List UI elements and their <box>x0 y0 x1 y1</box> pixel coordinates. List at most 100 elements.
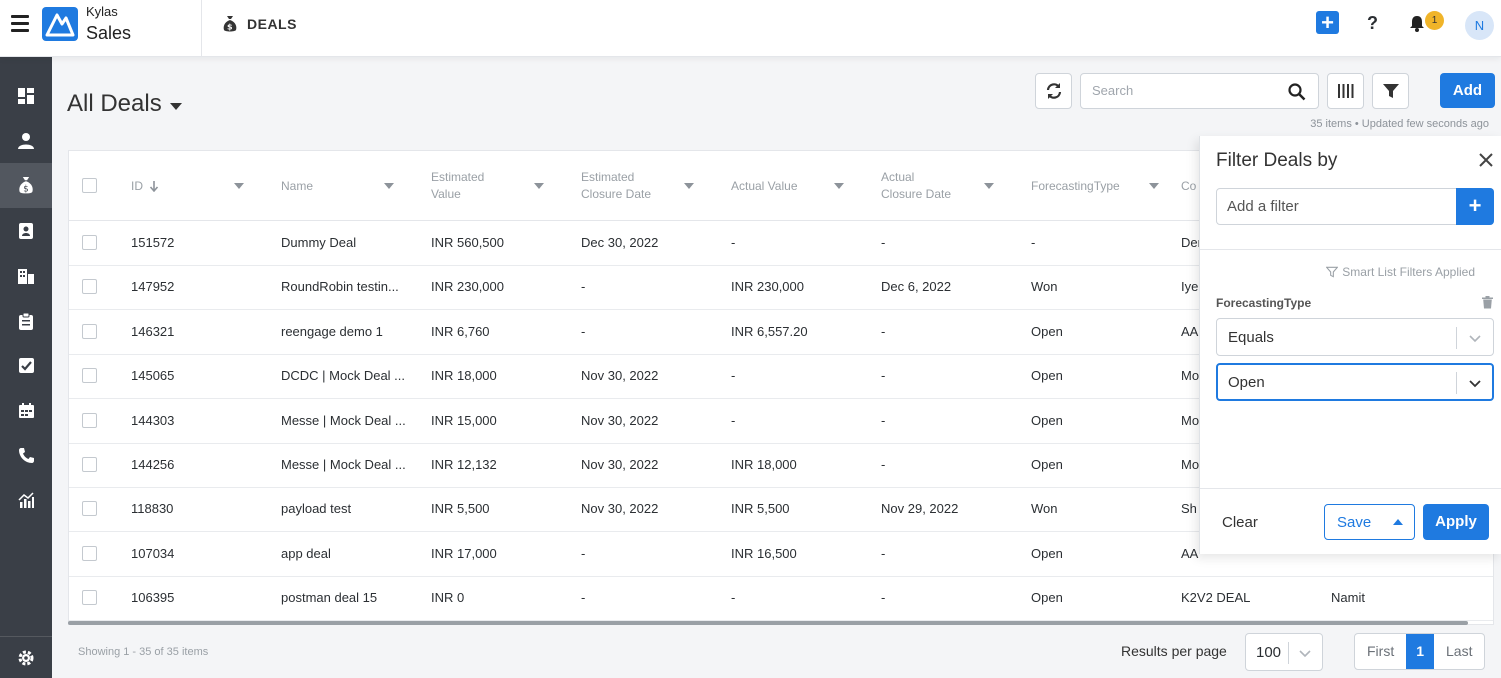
horizontal-scrollbar[interactable] <box>68 621 1468 625</box>
filter-icon <box>1326 266 1339 278</box>
cell-id: 107034 <box>131 545 175 561</box>
cell-name[interactable]: DCDC | Mock Deal ... <box>281 354 421 398</box>
chevron-down-icon[interactable] <box>1149 183 1159 189</box>
search-input[interactable] <box>1092 83 1282 98</box>
avatar[interactable]: N <box>1465 11 1494 40</box>
first-page-button[interactable]: First <box>1355 634 1406 669</box>
column-header-actual-closure-date[interactable]: Actual Closure Date <box>881 151 1011 221</box>
sidebar-item-dashboard[interactable] <box>0 73 52 118</box>
cell-name[interactable]: Messe | Mock Deal ... <box>281 443 421 487</box>
module-title: $ DEALS <box>222 15 297 33</box>
sidebar-item-quotations[interactable] <box>0 298 52 343</box>
add-deal-button[interactable]: Add <box>1440 73 1495 108</box>
sidebar-item-companies[interactable] <box>0 253 52 298</box>
divider <box>1200 249 1501 250</box>
row-checkbox[interactable] <box>82 235 97 250</box>
quick-add-button[interactable]: + <box>1316 11 1339 34</box>
cell-estimated-value: INR 12,132 <box>431 457 497 472</box>
column-header-name[interactable]: Name <box>281 151 411 221</box>
sidebar-item-meetings[interactable] <box>0 388 52 433</box>
column-header-estimated-value[interactable]: Estimated Value <box>431 151 561 221</box>
chevron-down-icon[interactable] <box>234 183 244 189</box>
hamburger-menu-icon[interactable] <box>11 15 29 32</box>
row-checkbox[interactable] <box>82 323 97 339</box>
cell-name[interactable]: postman deal 15 <box>281 576 421 620</box>
last-page-button[interactable]: Last <box>1434 634 1484 669</box>
task-check-icon <box>18 358 34 373</box>
dashboard-icon <box>18 87 34 104</box>
cell-name[interactable]: RoundRobin testin... <box>281 265 421 309</box>
cell-actual-value: - <box>731 590 736 606</box>
cell-actual-value: - <box>731 235 736 250</box>
cell-name[interactable]: payload test <box>281 487 421 531</box>
operator-select[interactable]: Equals <box>1216 318 1494 356</box>
column-header-id[interactable]: ID <box>131 151 261 221</box>
top-bar: Kylas Sales $ DEALS + ? 1 N <box>0 0 1501 57</box>
filter-panel-title: Filter Deals by <box>1216 150 1338 171</box>
cell-name[interactable]: Dummy Deal <box>281 221 421 265</box>
sidebar-item-deals[interactable]: $ <box>0 163 52 208</box>
kylas-logo[interactable] <box>42 7 78 41</box>
row-checkbox[interactable] <box>82 368 97 384</box>
sidebar-item-contacts[interactable] <box>0 118 52 163</box>
columns-button[interactable] <box>1327 73 1364 109</box>
row-checkbox[interactable] <box>82 412 97 428</box>
chevron-down-icon[interactable] <box>834 183 844 189</box>
gear-icon <box>18 650 34 665</box>
cell-forecasting-type: Open <box>1031 545 1063 561</box>
save-button[interactable]: Save <box>1324 504 1415 540</box>
cell-actual-closure-date: - <box>881 412 886 428</box>
help-icon[interactable]: ? <box>1367 13 1378 34</box>
column-header-estimated-closure-date[interactable]: Estimated Closure Date <box>581 151 711 221</box>
divider <box>1200 488 1501 489</box>
cell-actual-closure-date: Dec 6, 2022 <box>881 279 952 295</box>
cell-estimated-value: INR 560,500 <box>431 235 504 250</box>
divider <box>1456 327 1457 349</box>
cell-estimated-value: INR 0 <box>431 590 465 606</box>
row-checkbox[interactable] <box>82 590 97 606</box>
row-checkbox[interactable] <box>82 545 97 561</box>
bell-icon[interactable] <box>1408 14 1426 37</box>
filter-icon <box>1382 84 1399 98</box>
caret-up-icon[interactable] <box>1393 519 1403 525</box>
chevron-down-icon[interactable] <box>984 183 994 189</box>
cell-forecasting-type: Won <box>1031 501 1058 517</box>
sidebar-item-settings[interactable] <box>0 636 52 678</box>
sidebar-item-calls[interactable] <box>0 433 52 478</box>
add-filter-input[interactable] <box>1227 198 1447 215</box>
column-header-forecasting-type[interactable]: ForecastingType <box>1031 151 1166 221</box>
sidebar-item-tasks[interactable] <box>0 343 52 388</box>
cell-name[interactable]: Messe | Mock Deal ... <box>281 399 421 443</box>
sidebar-item-reports[interactable] <box>0 478 52 523</box>
row-checkbox[interactable] <box>82 457 97 472</box>
table-row[interactable]: 106395 postman deal 15 INR 0 - - - Open K2V2 DE… <box>69 576 1493 622</box>
cell-id: 145065 <box>131 368 175 384</box>
chevron-down-icon[interactable] <box>384 183 394 189</box>
add-filter-button[interactable]: + <box>1456 188 1494 225</box>
cell-actual-closure-date: Nov 29, 2022 <box>881 501 959 517</box>
chevron-down-icon[interactable] <box>534 183 544 189</box>
chevron-down-icon[interactable] <box>684 183 694 189</box>
results-per-page-select[interactable]: 100 <box>1245 633 1323 671</box>
cell-name[interactable]: reengage demo 1 <box>281 310 421 354</box>
close-icon[interactable] <box>1478 152 1494 173</box>
clear-button[interactable]: Clear <box>1222 514 1258 531</box>
cell-estimated-closure-date: Nov 30, 2022 <box>581 368 659 384</box>
current-page-button[interactable]: 1 <box>1406 634 1435 669</box>
view-selector[interactable]: All Deals <box>67 90 182 118</box>
trash-icon[interactable] <box>1482 296 1493 314</box>
cell-estimated-value: INR 5,500 <box>431 501 490 517</box>
row-checkbox[interactable] <box>82 501 97 517</box>
cell-estimated-closure-date: Dec 30, 2022 <box>581 235 659 250</box>
select-all-checkbox[interactable] <box>82 178 97 193</box>
row-checkbox[interactable] <box>82 279 97 295</box>
apply-button[interactable]: Apply <box>1423 504 1489 540</box>
column-header-actual-value[interactable]: Actual Value <box>731 151 861 221</box>
cell-name[interactable]: app deal <box>281 532 421 576</box>
filter-value-select[interactable]: Open <box>1216 363 1494 401</box>
refresh-button[interactable] <box>1035 73 1072 109</box>
search-icon[interactable] <box>1288 83 1306 106</box>
sidebar-item-leads[interactable] <box>0 208 52 253</box>
filter-button[interactable] <box>1372 73 1409 109</box>
cell-id: 147952 <box>131 279 175 295</box>
